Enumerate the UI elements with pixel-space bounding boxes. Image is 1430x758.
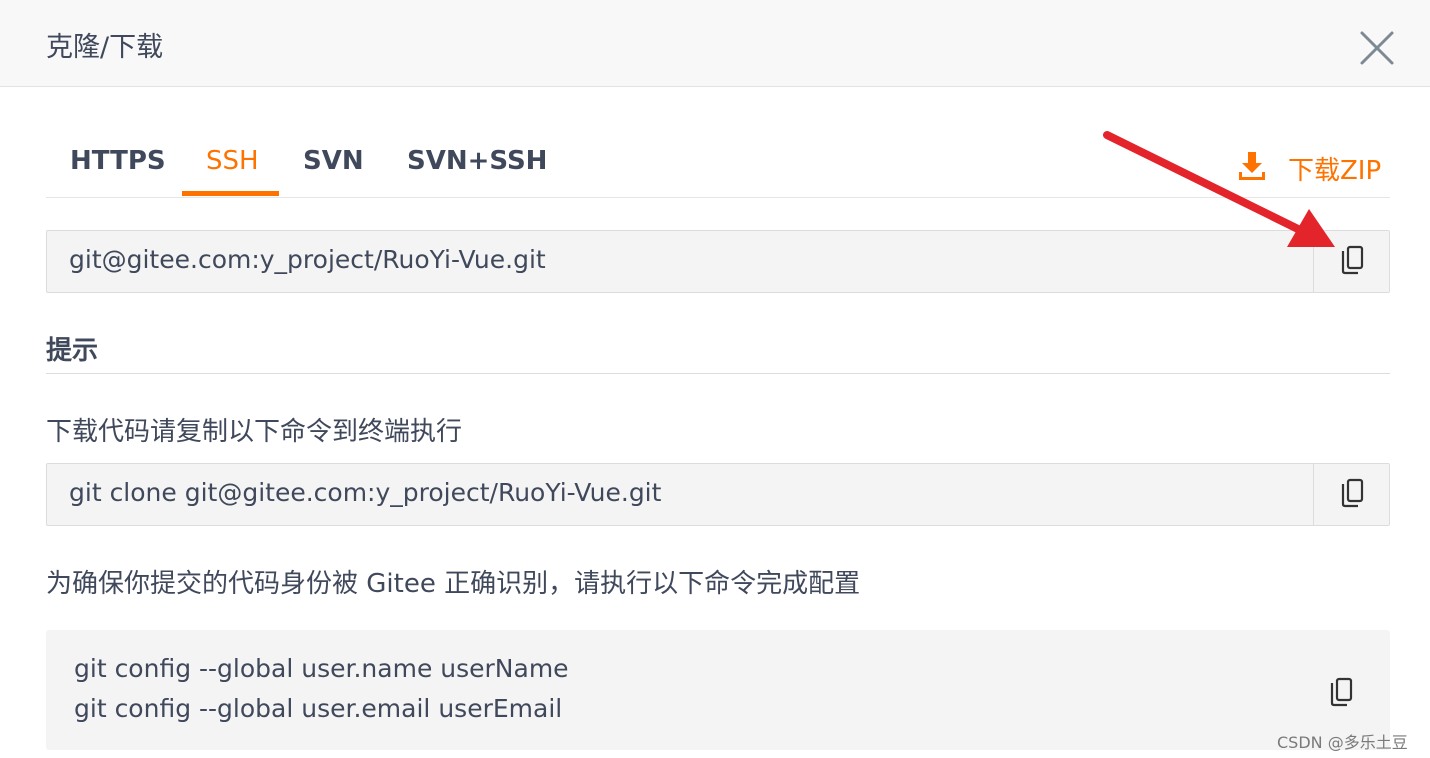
csdn-watermark: CSDN @多乐土豆 <box>1277 733 1408 752</box>
red-arrow-annotation <box>1095 125 1345 259</box>
clone-hint-text: 下载代码请复制以下命令到终端执行 <box>46 417 463 447</box>
dialog-title: 克隆/下载 <box>46 32 164 63</box>
copy-clone-command-button[interactable] <box>1313 464 1389 525</box>
active-tab-indicator <box>182 191 279 196</box>
config-line-email[interactable]: git config --global user.email userEmail <box>74 694 562 723</box>
tab-ssh[interactable]: SSH <box>206 146 259 176</box>
close-icon[interactable] <box>1356 27 1398 69</box>
tab-svn[interactable]: SVN <box>303 146 364 176</box>
tips-heading: 提示 <box>46 336 99 366</box>
tips-divider <box>46 373 1390 374</box>
clone-command-text[interactable]: git clone git@gitee.com:y_project/RuoYi-… <box>69 478 661 507</box>
copy-icon <box>1328 677 1354 711</box>
tab-svn-ssh[interactable]: SVN+SSH <box>407 146 547 176</box>
config-code-block[interactable]: git config --global user.name userName g… <box>46 630 1390 750</box>
config-line-username[interactable]: git config --global user.name userName <box>74 654 569 683</box>
repo-url-text[interactable]: git@gitee.com:y_project/RuoYi-Vue.git <box>69 245 546 274</box>
dialog-header: 克隆/下载 <box>0 0 1430 87</box>
copy-icon <box>1339 478 1365 512</box>
clone-command-field[interactable]: git clone git@gitee.com:y_project/RuoYi-… <box>46 463 1390 526</box>
config-hint-text: 为确保你提交的代码身份被 Gitee 正确识别，请执行以下命令完成配置 <box>46 569 861 599</box>
tab-https[interactable]: HTTPS <box>70 146 166 176</box>
copy-config-button[interactable] <box>1324 677 1358 711</box>
